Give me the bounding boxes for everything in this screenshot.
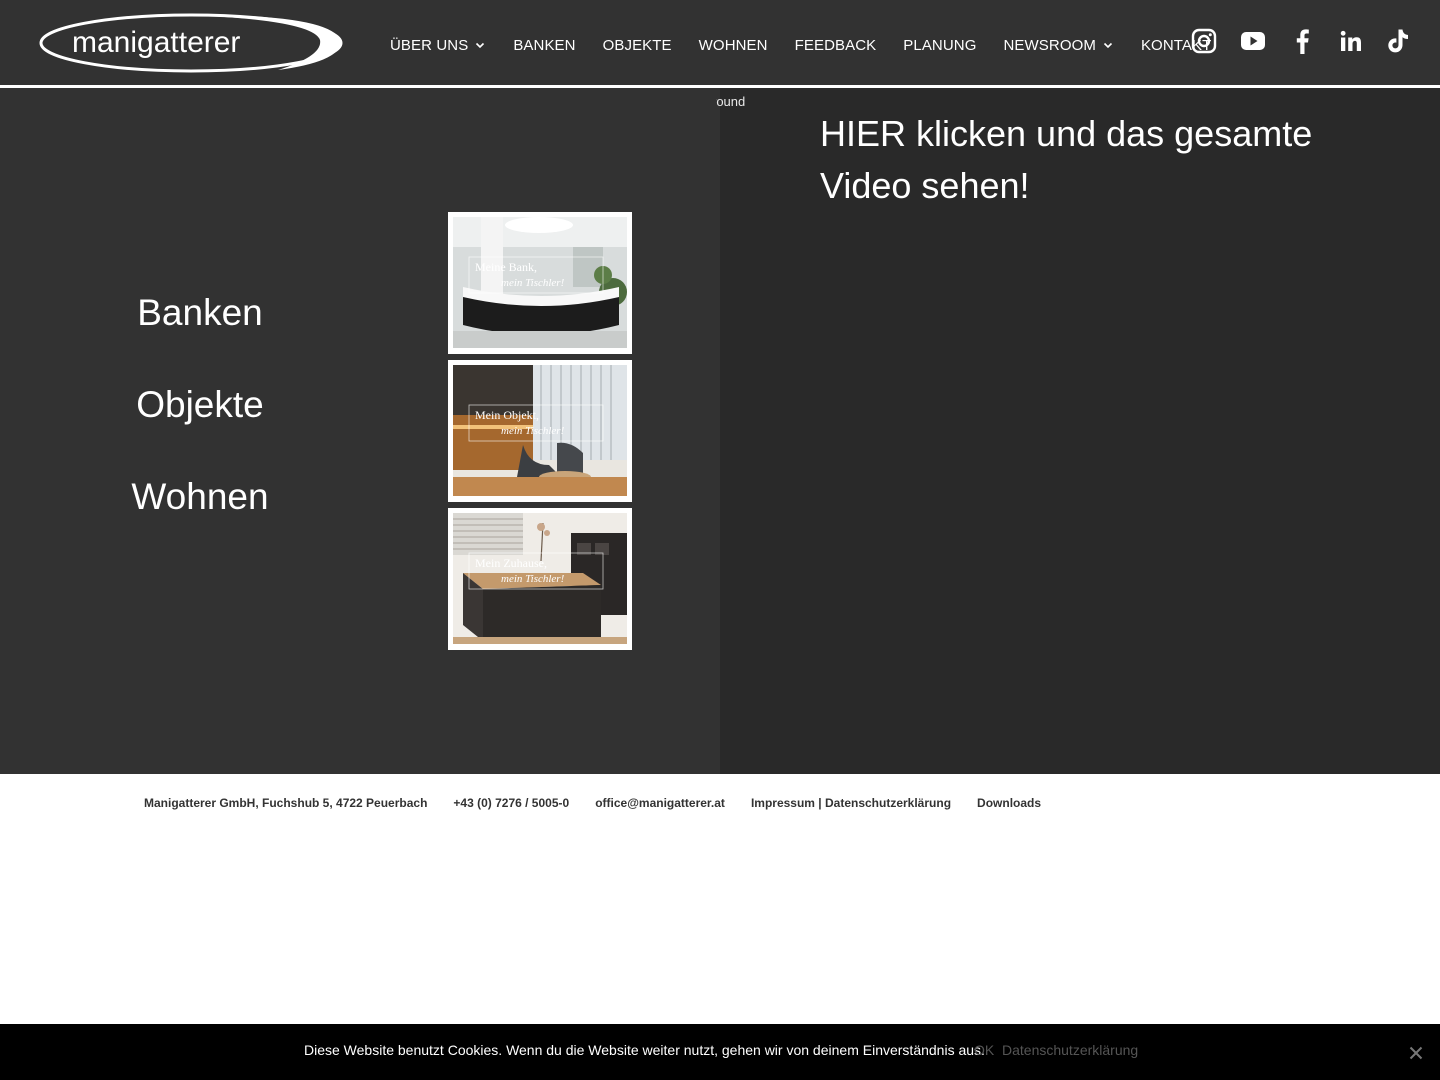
thumb-subtitle: mein Tischler! [501, 277, 565, 289]
logo-wordmark: manigatterer [72, 26, 240, 59]
footer-address: Manigatterer GmbH, Fuchshub 5, 4722 Peue… [144, 796, 428, 810]
nav-item-banken[interactable]: BANKEN [513, 37, 575, 54]
cookie-close-button[interactable] [1406, 1043, 1426, 1063]
thumb-title: Mein Zuhause, [475, 556, 547, 570]
thumb-title: Mein Objekt, [475, 408, 539, 422]
linkedin-icon [1340, 30, 1361, 51]
cookie-ok-button[interactable]: OK [974, 1042, 994, 1058]
footer-links: Manigatterer GmbH, Fuchshub 5, 4722 Peue… [144, 796, 1067, 810]
office-lounge-image: Mein Objekt, mein Tischler! [453, 365, 627, 496]
youtube-icon [1241, 32, 1265, 50]
kitchen-image: Mein Zuhause, mein Tischler! [453, 513, 627, 644]
facebook-link[interactable] [1287, 26, 1317, 56]
thumbnail-objekte[interactable]: Mein Objekt, mein Tischler! [448, 360, 632, 502]
thumbnail-banken[interactable]: Meine Bank, mein Tischler! [448, 212, 632, 354]
nav-item-planung[interactable]: PLANUNG [903, 37, 976, 54]
logo-swoosh: manigatterer [39, 13, 343, 73]
nav-item-newsroom[interactable]: NEWSROOM [1003, 37, 1113, 54]
nav-label: ÜBER UNS [390, 36, 469, 54]
nav-label: FEEDBACK [794, 36, 877, 54]
nav-label: PLANUNG [903, 36, 977, 54]
footer-email-link[interactable]: office@manigatterer.at [595, 796, 725, 810]
background-text-fragment: round [716, 94, 746, 109]
nav-label: BANKEN [513, 36, 576, 54]
category-label-wohnen[interactable]: Wohnen [0, 476, 400, 518]
chevron-down-icon [476, 42, 485, 49]
cookie-privacy-link[interactable]: Datenschutzerklärung [1002, 1042, 1138, 1058]
facebook-icon [1296, 29, 1309, 54]
nav-label: OBJEKTE [602, 36, 672, 54]
nav-item-wohnen[interactable]: WOHNEN [699, 37, 768, 54]
footer-legal-link[interactable]: Impressum | Datenschutzerklärung [751, 796, 951, 810]
tiktok-link[interactable] [1383, 26, 1413, 56]
close-icon [1409, 1046, 1423, 1060]
site-logo[interactable]: manigatterer [38, 12, 344, 74]
instagram-icon [1191, 28, 1217, 54]
video-link-title[interactable]: HIER klicken und das gesamte Video sehen… [820, 108, 1380, 212]
tiktok-icon [1388, 29, 1408, 53]
site-footer: Manigatterer GmbH, Fuchshub 5, 4722 Peue… [0, 774, 1440, 1024]
nav-item-ueber-uns[interactable]: ÜBER UNS [390, 37, 486, 54]
nav-label: WOHNEN [698, 36, 768, 54]
instagram-link[interactable] [1189, 26, 1219, 56]
thumb-subtitle: mein Tischler! [501, 573, 565, 585]
youtube-link[interactable] [1238, 26, 1268, 56]
nav-item-feedback[interactable]: FEEDBACK [795, 37, 877, 54]
footer-phone-link[interactable]: +43 (0) 7276 / 5005-0 [453, 796, 569, 810]
cookie-banner: Diese Website benutzt Cookies. Wenn du d… [0, 1024, 1440, 1080]
linkedin-link[interactable] [1336, 26, 1366, 56]
site-header: manigatterer ÜBER UNS BANKEN OBJEKTE WOH… [0, 0, 1440, 85]
thumb-title: Meine Bank, [475, 260, 537, 274]
page: manigatterer ÜBER UNS BANKEN OBJEKTE WOH… [0, 0, 1440, 1080]
category-label-objekte[interactable]: Objekte [0, 384, 400, 426]
category-label-banken[interactable]: Banken [0, 292, 400, 334]
cookie-message: Diese Website benutzt Cookies. Wenn du d… [304, 1042, 985, 1058]
thumb-subtitle: mein Tischler! [501, 425, 565, 437]
chevron-down-icon [1103, 42, 1113, 49]
main-nav: ÜBER UNS BANKEN OBJEKTE WOHNEN FEEDBACK … [390, 36, 1238, 54]
footer-downloads-link[interactable]: Downloads [977, 796, 1041, 810]
nav-label: NEWSROOM [1003, 36, 1096, 54]
thumbnail-wohnen[interactable]: Mein Zuhause, mein Tischler! [448, 508, 632, 650]
nav-item-objekte[interactable]: OBJEKTE [603, 37, 672, 54]
bank-counter-image: Meine Bank, mein Tischler! [453, 217, 627, 348]
